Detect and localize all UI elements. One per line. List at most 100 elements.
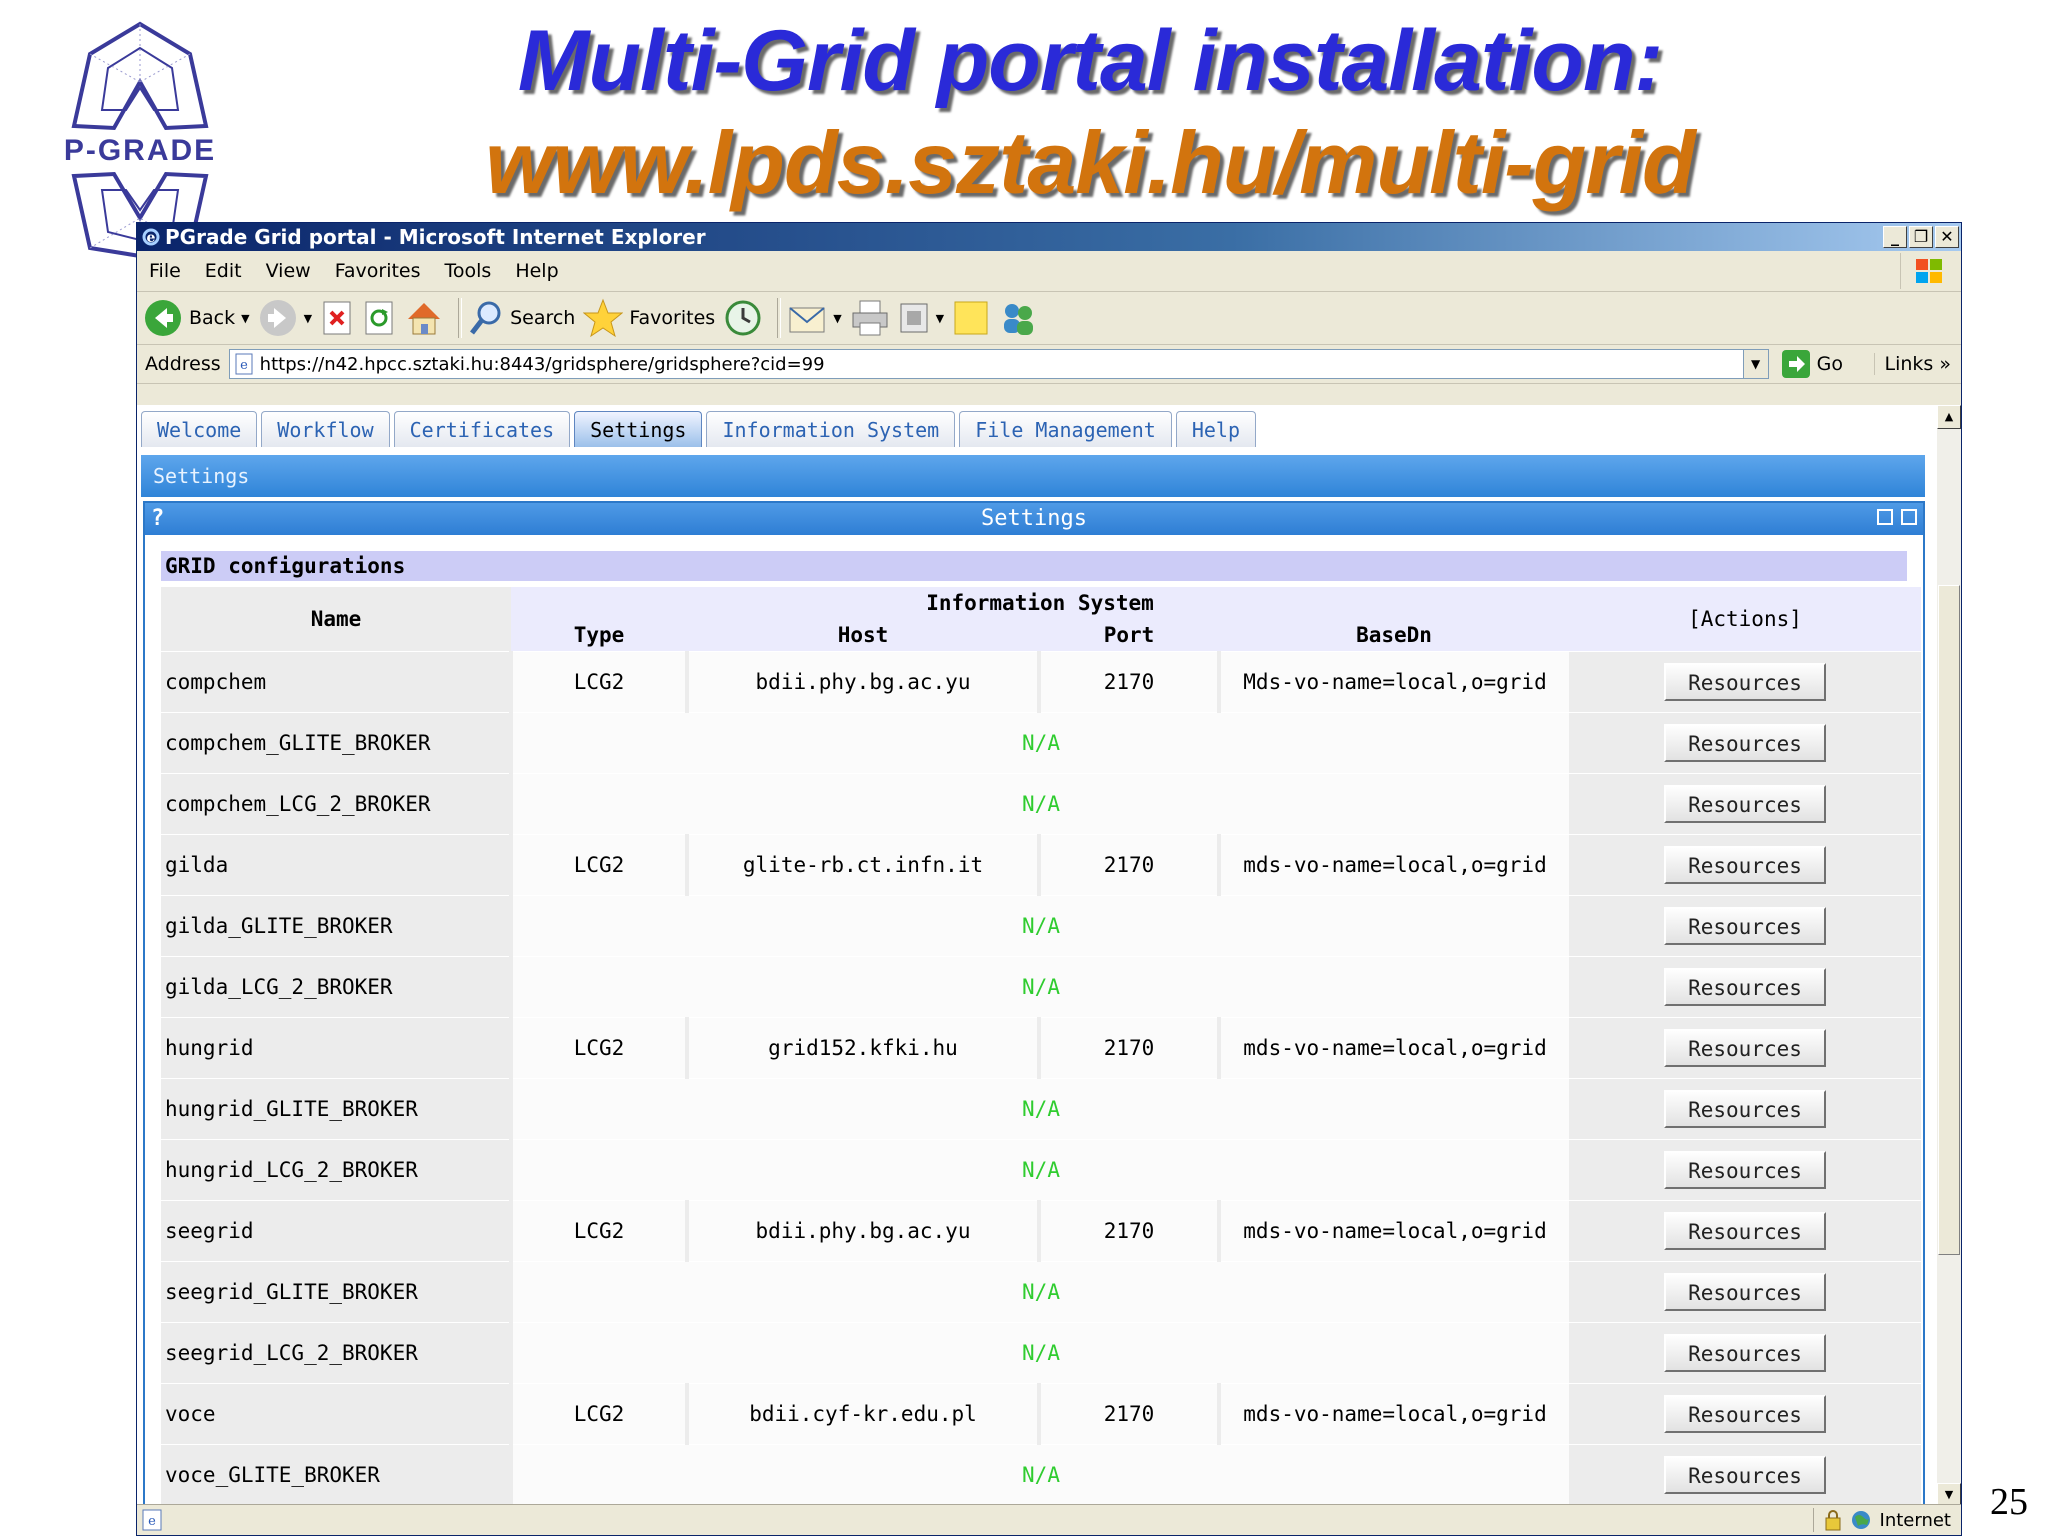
resources-button[interactable]: Resources [1664,663,1826,701]
favorites-button[interactable]: Favorites [583,298,715,338]
portlet-header: ? Settings [145,503,1923,535]
svg-text:e: e [240,358,248,373]
resources-button[interactable]: Resources [1664,1212,1826,1250]
actions-cell: Resources [1569,1139,1921,1201]
address-input[interactable]: e https://n42.hpcc.sztaki.hu:8443/gridsp… [228,349,1769,379]
na-cell: N/A [509,1139,1569,1201]
history-icon [725,300,761,336]
page-content: Welcome Workflow Certificates Settings Infor… [137,405,1937,1507]
tab-workflow[interactable]: Workflow [261,411,390,447]
address-dropdown-icon[interactable]: ▼ [1742,350,1768,378]
basedn-cell: mds-vo-name=local,o=grid [1217,1017,1569,1079]
menu-tools[interactable]: Tools [433,260,504,282]
scroll-up-icon[interactable]: ▲ [1937,405,1961,429]
na-cell: N/A [509,895,1569,957]
tab-settings[interactable]: Settings [574,411,703,447]
edit-dropdown-icon[interactable]: ▼ [936,312,944,325]
portlet-maximize-icon[interactable] [1901,509,1917,525]
actions-cell: Resources [1569,712,1921,774]
tab-information-system[interactable]: Information System [706,411,956,447]
settings-portlet: ? Settings GRID configurations Name Info… [143,501,1925,1507]
back-dropdown-icon[interactable]: ▼ [241,312,249,325]
search-button[interactable]: Search [468,299,575,337]
type-cell: LCG2 [509,1200,687,1262]
tab-welcome[interactable]: Welcome [141,411,258,447]
status-bar: e Internet [137,1504,1961,1535]
actions-cell: Resources [1569,1322,1921,1384]
mail-dropdown-icon[interactable]: ▼ [833,312,841,325]
go-button[interactable]: Go [1781,349,1843,379]
grid-name: seegrid [161,1200,511,1262]
resources-button[interactable]: Resources [1664,785,1826,823]
resources-button[interactable]: Resources [1664,846,1826,884]
menu-view[interactable]: View [254,260,323,282]
na-cell: N/A [509,1444,1569,1505]
na-cell: N/A [509,1322,1569,1384]
na-cell: N/A [509,712,1569,774]
printer-icon [852,300,888,336]
table-row: seegrid_LCG_2_BROKER N/A Resources [161,1322,1921,1384]
minimize-button[interactable]: _ [1883,226,1907,248]
menu-favorites[interactable]: Favorites [323,260,433,282]
grid-name: hungrid_LCG_2_BROKER [161,1139,511,1201]
discuss-button[interactable] [952,299,990,337]
portlet-minimize-icon[interactable] [1877,509,1893,525]
mail-button[interactable]: ▼ [787,300,842,336]
grid-name: hungrid [161,1017,511,1079]
resources-button[interactable]: Resources [1664,1151,1826,1189]
tab-help[interactable]: Help [1175,411,1256,447]
print-button[interactable] [850,299,890,337]
scroll-thumb[interactable] [1938,585,1960,1255]
messenger-button[interactable] [998,299,1038,337]
close-button[interactable]: ✕ [1935,226,1959,248]
portlet-help-icon[interactable]: ? [151,503,164,535]
type-cell: LCG2 [509,1017,687,1079]
grid-name: voce_GLITE_BROKER [161,1444,511,1505]
forward-dropdown-icon[interactable]: ▼ [304,312,312,325]
restore-button[interactable]: ❐ [1909,226,1933,248]
resources-button[interactable]: Resources [1664,907,1826,945]
menu-file[interactable]: File [137,260,193,282]
resources-button[interactable]: Resources [1664,1273,1826,1311]
resources-button[interactable]: Resources [1664,968,1826,1006]
history-button[interactable] [723,298,763,338]
resources-button[interactable]: Resources [1664,1334,1826,1372]
resources-button[interactable]: Resources [1664,1456,1826,1494]
search-label: Search [510,307,576,329]
type-cell: LCG2 [509,1383,687,1445]
edit-button[interactable]: ▼ [898,301,944,335]
edit-page-icon [900,303,928,333]
home-button[interactable] [404,299,444,337]
slide-page-number: 25 [1990,1481,2028,1523]
grid-name: hungrid_GLITE_BROKER [161,1078,511,1140]
basedn-cell: mds-vo-name=local,o=grid [1217,1200,1569,1262]
vertical-scrollbar[interactable]: ▲ ▼ [1937,405,1961,1507]
back-label: Back [189,307,236,329]
menu-help[interactable]: Help [503,260,570,282]
resources-button[interactable]: Resources [1664,1029,1826,1067]
table-row: hungrid LCG2 grid152.kfki.hu 2170 mds-vo-nam… [161,1017,1921,1079]
resources-button[interactable]: Resources [1664,1090,1826,1128]
menu-edit[interactable]: Edit [193,260,254,282]
links-button[interactable]: Links » [1873,353,1951,375]
zone-label: Internet [1879,1509,1951,1531]
grid-name: voce [161,1383,511,1445]
window-titlebar[interactable]: e PGrade Grid portal - Microsoft Interne… [137,223,1961,251]
resources-button[interactable]: Resources [1664,724,1826,762]
go-label: Go [1816,353,1844,375]
svg-text:e: e [147,230,156,246]
tab-file-management[interactable]: File Management [959,411,1172,447]
back-button[interactable]: Back ▼ [143,298,250,338]
resources-button[interactable]: Resources [1664,1395,1826,1433]
windows-flag-icon [1900,253,1957,289]
type-cell: LCG2 [509,651,687,713]
browser-window: e PGrade Grid portal - Microsoft Interne… [136,222,1962,1536]
forward-button[interactable]: ▼ [258,298,312,338]
stop-button[interactable] [320,300,354,336]
table-row: compchem_GLITE_BROKER N/A Resources [161,712,1921,774]
section-title: GRID configurations [161,551,1907,581]
refresh-button[interactable] [362,300,396,336]
tab-certificates[interactable]: Certificates [393,411,571,447]
col-header-actions: [Actions] [1569,587,1921,652]
actions-cell: Resources [1569,895,1921,957]
